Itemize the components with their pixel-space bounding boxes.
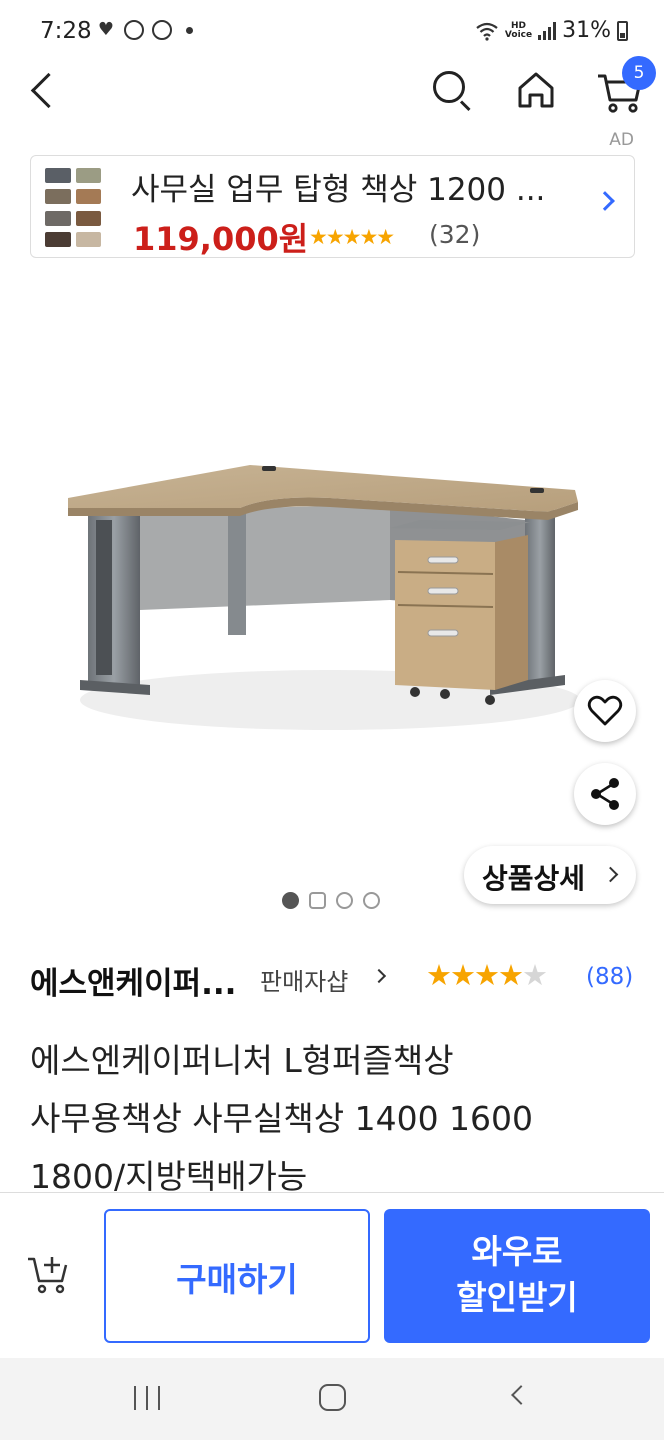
wow-label-line: 와우로 <box>471 1232 563 1271</box>
status-bar: 7:28 ♥ HD Voice 31% <box>0 0 664 64</box>
alarm-icon-2 <box>152 20 172 40</box>
product-title-line: 사무용책상 사무실책상 1400 1600 <box>30 1099 534 1138</box>
l-shaped-desk-image <box>68 465 580 730</box>
rating-stars-icon: ★★★★★ <box>426 958 548 992</box>
status-time: 7:28 <box>40 18 92 44</box>
seller-row: 에스앤케이퍼... 판매자샵 ★★★★★ (88) <box>30 956 640 1003</box>
product-image[interactable] <box>0 280 664 920</box>
cart-count-badge: 5 <box>622 56 656 90</box>
status-notification-icons: ♥ <box>96 20 193 40</box>
share-button[interactable] <box>574 763 636 825</box>
status-system-icons: HD Voice 31% <box>475 18 628 43</box>
product-detail-button[interactable]: 상품상세 <box>464 846 636 904</box>
seller-name[interactable]: 에스앤케이퍼... <box>30 958 236 1003</box>
top-navigation: 5 <box>0 56 664 128</box>
seller-shop-link[interactable]: 판매자샵 <box>260 962 348 997</box>
ad-label: AD <box>609 130 634 150</box>
home-button[interactable] <box>514 68 558 112</box>
back-button[interactable] <box>22 68 62 116</box>
wow-label-line: 할인받기 <box>456 1278 578 1317</box>
rating-stars-empty: ★ <box>522 958 548 992</box>
share-icon <box>591 778 619 810</box>
rating-stars-filled: ★★★★ <box>426 958 524 992</box>
alarm-icon <box>124 20 144 40</box>
chevron-right-icon <box>371 968 387 984</box>
add-to-cart-button[interactable] <box>24 1247 74 1297</box>
heart-icon <box>587 695 623 726</box>
system-back-button[interactable] <box>511 1385 531 1405</box>
heart-notification-icon: ♥ <box>97 19 115 40</box>
purchase-bar: 구매하기 와우로 할인받기 <box>0 1192 664 1358</box>
product-title: 에스엔케이퍼니처 L형퍼즐책상 사무용책상 사무실책상 1400 1600 18… <box>30 1032 640 1206</box>
add-to-cart-icon <box>28 1257 68 1294</box>
wifi-icon <box>476 22 498 41</box>
more-notifications-dot-icon <box>186 26 193 34</box>
chevron-right-icon <box>595 191 615 211</box>
image-pagination <box>282 892 380 909</box>
buy-now-label: 구매하기 <box>176 1260 298 1299</box>
ad-product-card[interactable]: 사무실 업무 탑형 책상 1200 ... 119,000원 ★★★★★ (32… <box>30 155 635 258</box>
favorite-button[interactable] <box>574 680 636 742</box>
battery-icon <box>617 20 628 41</box>
pagination-dot-video[interactable] <box>309 892 326 909</box>
system-home-button[interactable] <box>319 1384 346 1411</box>
pagination-dot-active[interactable] <box>282 892 299 909</box>
wow-discount-button[interactable]: 와우로 할인받기 <box>384 1209 650 1343</box>
product-detail-label: 상품상세 <box>482 862 586 895</box>
chevron-right-icon <box>602 866 619 883</box>
voice-label: Voice <box>504 29 533 40</box>
system-navigation-bar <box>0 1358 664 1440</box>
buy-now-button[interactable]: 구매하기 <box>104 1209 370 1343</box>
hd-voice-icon: HD Voice <box>504 21 533 40</box>
search-icon <box>433 71 465 103</box>
ad-review-count: (32) <box>429 220 481 249</box>
battery-percent: 31% <box>562 18 611 43</box>
search-button[interactable] <box>430 68 474 112</box>
recent-apps-button[interactable] <box>134 1386 160 1410</box>
review-count-link[interactable]: (88) <box>586 964 633 990</box>
ad-product-title: 사무실 업무 탑형 책상 1200 ... <box>131 172 546 208</box>
pagination-dot[interactable] <box>363 892 380 909</box>
signal-icon <box>538 21 557 40</box>
ad-rating-stars-icon: ★★★★★ <box>309 225 395 249</box>
wow-discount-label: 와우로 할인받기 <box>384 1229 650 1321</box>
home-icon <box>518 72 554 108</box>
product-title-line: 에스엔케이퍼니처 L형퍼즐책상 <box>30 1041 454 1080</box>
pagination-dot[interactable] <box>336 892 353 909</box>
ad-product-thumbnail <box>45 168 101 248</box>
ad-product-price: 119,000원 <box>133 220 309 258</box>
